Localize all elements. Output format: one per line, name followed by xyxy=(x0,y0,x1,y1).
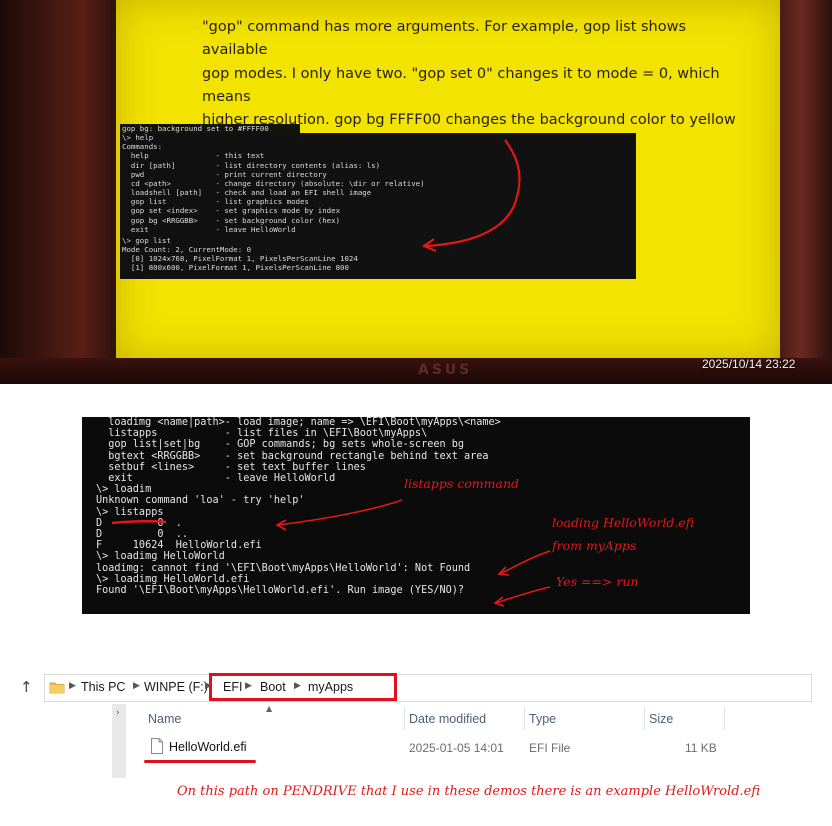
file-type: EFI File xyxy=(529,741,571,755)
file-explorer: ↑ ▶ This PC ▶ WINPE (F:) ▶ EFI ▶ Boot ▶ … xyxy=(14,664,832,794)
chevron-right-icon: › xyxy=(116,708,120,718)
terminal-screenshot: loadimg <name|path>- load image; name =>… xyxy=(82,417,750,614)
note-from-myapps: from myApps xyxy=(552,538,637,553)
column-divider[interactable] xyxy=(524,706,525,730)
monitor-brand-logo: ASUS xyxy=(418,362,473,378)
pendrive-caption: On this path on PENDRIVE that I use in t… xyxy=(177,784,761,799)
note-loading-helloworld: loading HelloWorld.efi xyxy=(552,515,695,530)
column-header-date[interactable]: Date modified xyxy=(409,712,486,726)
chevron-right-icon: ▶ xyxy=(133,681,140,691)
photo-timestamp: 2025/10/14 23:22 xyxy=(702,357,796,371)
column-header-type[interactable]: Type xyxy=(529,712,556,726)
folder-icon xyxy=(49,682,65,694)
file-name[interactable]: HelloWorld.efi xyxy=(169,740,247,754)
column-divider[interactable] xyxy=(724,706,725,730)
photo-yellow-screen: "gop" command has more arguments. For ex… xyxy=(0,0,832,384)
column-divider[interactable] xyxy=(404,706,405,730)
chevron-right-icon: ▶ xyxy=(69,681,76,691)
address-bar[interactable]: ▶ This PC ▶ WINPE (F:) ▶ EFI ▶ Boot ▶ my… xyxy=(44,673,812,702)
sort-caret-icon: ▲ xyxy=(266,704,273,713)
red-highlight-box xyxy=(209,673,397,701)
breadcrumb-winpe-drive[interactable]: WINPE (F:) xyxy=(144,680,208,694)
column-header-size[interactable]: Size xyxy=(649,712,673,726)
up-arrow-icon[interactable]: ↑ xyxy=(20,678,33,696)
red-underline-mark xyxy=(144,760,256,763)
breadcrumb-this-pc[interactable]: This PC xyxy=(81,680,125,694)
file-date: 2025-01-05 14:01 xyxy=(409,741,504,755)
note-yes-run: Yes ==> run xyxy=(556,574,639,589)
note-listapps-command: listapps command xyxy=(404,476,520,491)
file-icon xyxy=(151,738,163,754)
column-header-name[interactable]: Name xyxy=(148,712,181,726)
file-size: 11 KB xyxy=(685,741,717,755)
column-divider[interactable] xyxy=(644,706,645,730)
red-arrow-annotation xyxy=(421,139,521,253)
